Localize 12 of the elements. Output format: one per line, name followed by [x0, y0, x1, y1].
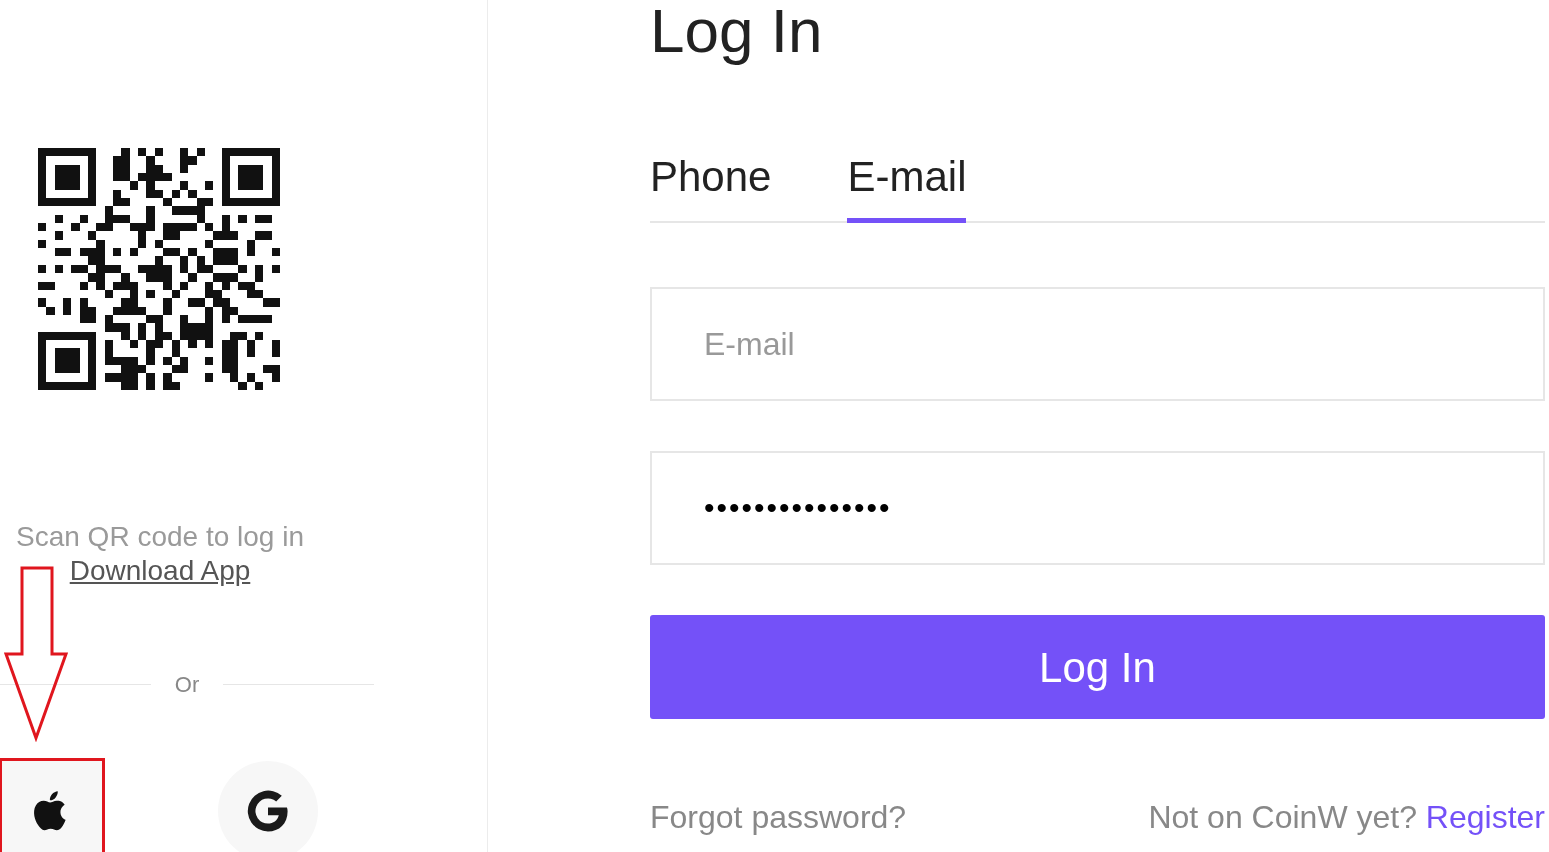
or-divider-label: Or [174, 671, 200, 699]
forgot-password-link[interactable]: Forgot password? [650, 797, 907, 837]
qr-caption: Scan QR code to log in [16, 520, 304, 554]
login-button[interactable]: Log In [650, 615, 1545, 719]
download-app-link[interactable]: Download App [69, 554, 251, 588]
login-tab[interactable]: Phone [650, 152, 772, 223]
register-link[interactable]: Register [1425, 799, 1545, 835]
login-tab[interactable]: E-mail [847, 152, 967, 223]
social-login-button[interactable] [2, 761, 102, 852]
register-prompt: Not on CoinW yet? Register [1148, 798, 1545, 837]
password-field[interactable]: ••••••••••••••• [650, 451, 1545, 565]
email-field[interactable]: E-mail [650, 287, 1545, 401]
